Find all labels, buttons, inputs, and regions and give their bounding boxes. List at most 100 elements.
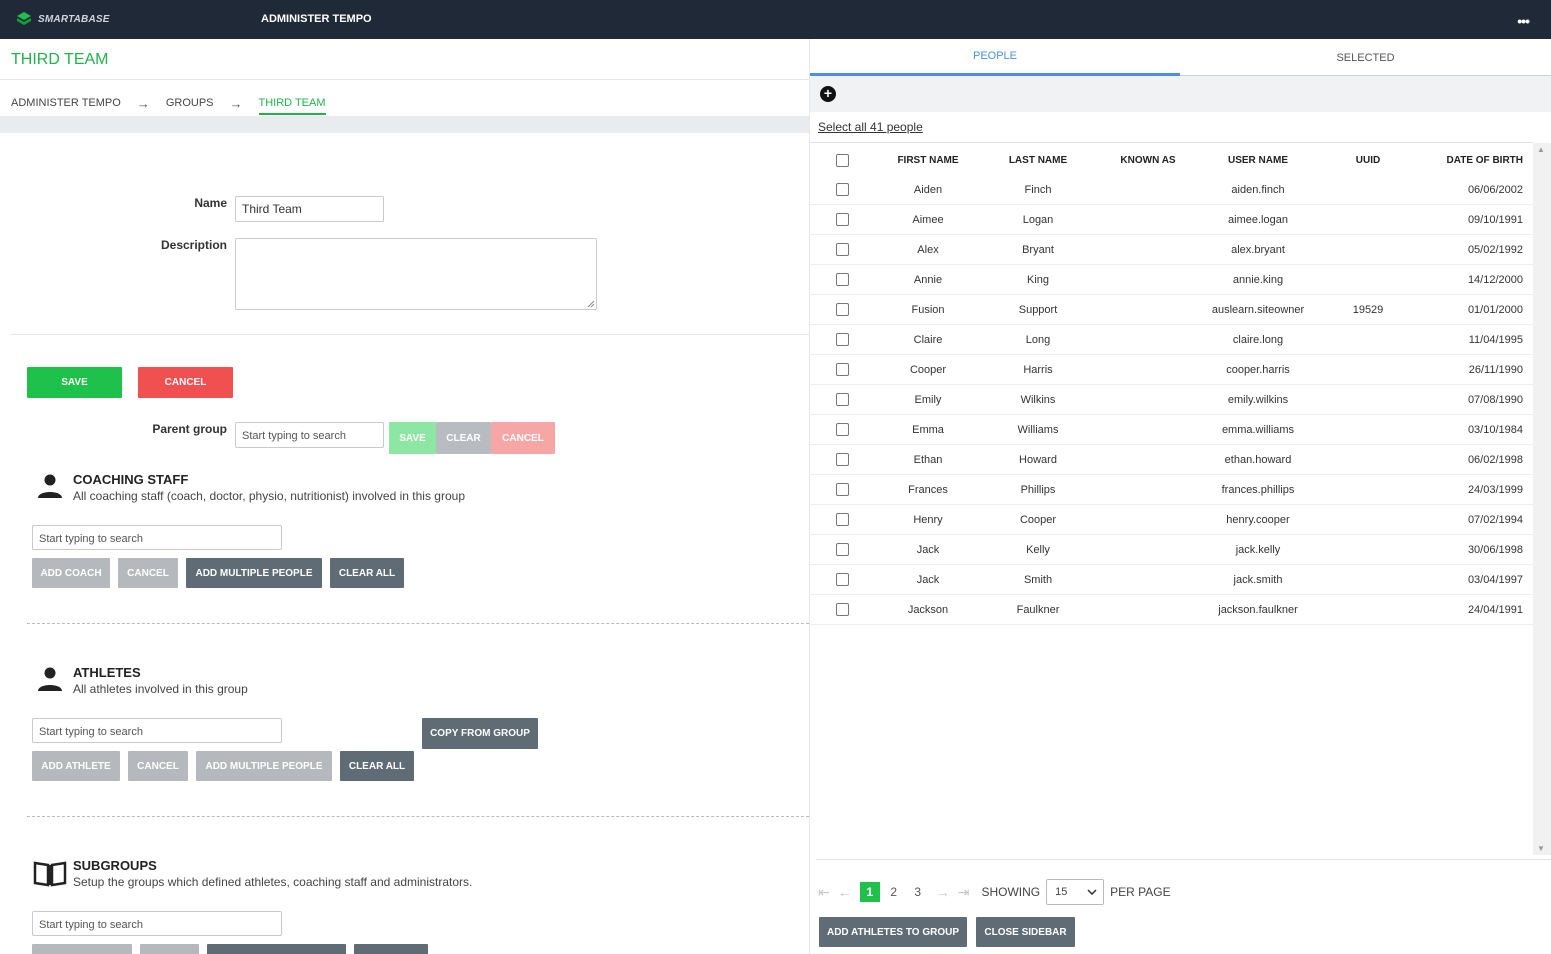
page-2-button[interactable]: 2 [884,882,904,902]
coaching-staff-title: COACHING STAFF [73,472,189,487]
select-all-link[interactable]: Select all 41 people [818,120,923,134]
parent-save-button[interactable]: SAVE [389,422,436,454]
save-button[interactable]: SAVE [27,367,122,398]
coaching-staff-search-input[interactable]: Start typing to search [32,525,282,550]
athletes-add-multiple-people-button[interactable]: ADD MULTIPLE PEOPLE [196,751,332,781]
table-row[interactable]: Aiden Finch aiden.finch 06/06/2002 [810,175,1533,205]
add-coach-button[interactable]: ADD COACH [32,558,110,588]
table-row[interactable]: Jack Kelly jack.kelly 30/06/1998 [810,535,1533,565]
table-row[interactable]: Ethan Howard ethan.howard 06/02/1998 [810,445,1533,475]
row-checkbox[interactable] [835,543,849,556]
row-checkbox[interactable] [835,363,849,376]
row-checkbox[interactable] [835,453,849,466]
first-page-icon[interactable]: ⇤ [818,884,830,901]
parent-cancel-button[interactable]: CANCEL [491,422,555,454]
name-input[interactable]: Third Team [235,196,384,222]
row-checkbox[interactable] [835,393,849,406]
breadcrumb-administer-tempo[interactable]: ADMINISTER TEMPO [11,97,121,109]
row-checkbox-cell [810,363,874,376]
row-checkbox[interactable] [835,573,849,586]
add-subgroup-button[interactable]: ADD SUBGROUP [32,944,132,954]
athletes-search-input[interactable]: Start typing to search [32,718,282,743]
add-athlete-button[interactable]: ADD ATHLETE [32,751,120,781]
per-page-select[interactable]: 15 [1046,879,1105,905]
table-scrollbar[interactable]: ▲ ▼ [1533,143,1551,855]
tab-people[interactable]: PEOPLE [810,39,1180,76]
table-row[interactable]: Jack Smith jack.smith 03/04/1997 [810,565,1533,595]
brand-logo[interactable]: SMARTABASE [16,11,110,27]
add-person-icon[interactable]: + [820,86,836,102]
page-1-button[interactable]: 1 [859,882,880,902]
cell-last-name: Cooper [1019,513,1057,526]
breadcrumb-groups[interactable]: GROUPS [166,97,214,109]
table-row[interactable]: Jackson Faulkner jackson.faulkner 24/04/199… [810,595,1533,625]
previous-page-icon[interactable]: ← [838,884,852,900]
cell-first-name: Emily [914,393,942,406]
table-row[interactable]: Annie King annie.king 14/12/2000 [810,265,1533,295]
add-athletes-to-group-button[interactable]: ADD ATHLETES TO GROUP [819,917,967,947]
cell-user-name: alex.bryant [1231,243,1285,256]
cell-user-name: jack.kelly [1235,543,1281,556]
table-row[interactable]: Emma Williams emma.williams 03/10/1984 [810,415,1533,445]
table-row[interactable]: Aimee Logan aimee.logan 09/10/1991 [810,205,1533,235]
tab-selected[interactable]: SELECTED [1180,39,1551,76]
row-checkbox[interactable] [835,243,849,256]
column-header-last-name[interactable]: LAST NAME [982,155,1094,166]
copy-from-group-button[interactable]: COPY FROM GROUP [422,718,538,749]
select-all-checkbox[interactable] [835,153,849,167]
cell-date-of-birth: 06/06/2002 [1467,183,1523,196]
row-checkbox[interactable] [835,303,849,316]
next-page-icon[interactable]: → [936,884,950,900]
column-header-user-name[interactable]: USER NAME [1202,155,1314,166]
row-checkbox[interactable] [835,333,849,346]
subgroups-cancel-button[interactable]: CANCEL [140,944,199,954]
row-checkbox-cell [810,423,874,436]
close-sidebar-button[interactable]: CLOSE SIDEBAR [976,917,1075,947]
app-title: ADMINISTER TEMPO [261,13,372,25]
athletes-clear-all-button[interactable]: CLEAR ALL [340,751,414,781]
add-multiple-groups-button[interactable]: ADD MULTIPLE GROUPS [207,944,346,954]
table-row[interactable]: Cooper Harris cooper.harris 26/11/1990 [810,355,1533,385]
parent-group-search-input[interactable]: Start typing to search [235,422,384,448]
breadcrumb-third-team[interactable]: THIRD TEAM [258,97,326,115]
coaching-clear-all-button[interactable]: CLEAR ALL [330,558,404,588]
description-textarea[interactable] [235,238,597,310]
table-row[interactable]: Fusion Support auslearn.siteowner 19529 01/0… [810,295,1533,325]
row-checkbox[interactable] [835,423,849,436]
page-3-button[interactable]: 3 [908,882,928,902]
row-checkbox[interactable] [835,603,849,616]
last-page-icon[interactable]: ⇥ [958,884,970,901]
table-row[interactable]: Claire Long claire.long 11/04/1995 [810,325,1533,355]
row-checkbox[interactable] [835,273,849,286]
coaching-add-multiple-people-button[interactable]: ADD MULTIPLE PEOPLE [186,558,322,588]
table-row[interactable]: Henry Cooper henry.cooper 07/02/1994 [810,505,1533,535]
column-header-known-as[interactable]: KNOWN AS [1094,155,1202,166]
column-header-first-name[interactable]: FIRST NAME [874,155,982,166]
subgroups-clear-all-button[interactable]: CLEAR ALL [354,944,428,954]
row-checkbox[interactable] [835,183,849,196]
row-checkbox-cell [810,213,874,226]
name-input-value: Third Team [242,202,302,216]
cell-first-name: Emma [912,423,944,436]
description-label: Description [160,238,227,252]
table-row[interactable]: Emily Wilkins emily.wilkins 07/08/1990 [810,385,1533,415]
row-checkbox[interactable] [835,483,849,496]
more-options-icon[interactable]: ••• [1517,13,1530,29]
athletes-cancel-button[interactable]: CANCEL [128,751,188,781]
scroll-down-icon[interactable]: ▼ [1537,844,1545,853]
row-checkbox[interactable] [835,213,849,226]
cancel-button[interactable]: CANCEL [138,367,233,398]
coaching-cancel-button[interactable]: CANCEL [118,558,178,588]
subgroups-search-input[interactable]: Start typing to search [32,911,282,936]
column-header-uuid[interactable]: UUID [1314,155,1422,166]
table-row[interactable]: Frances Phillips frances.phillips 24/03/199… [810,475,1533,505]
resize-handle-icon[interactable] [587,300,595,308]
row-checkbox[interactable] [835,513,849,526]
cell-date-of-birth: 03/10/1984 [1467,423,1523,436]
column-header-date-of-birth[interactable]: DATE OF BIRTH [1422,155,1533,166]
cell-first-name: Annie [913,273,943,286]
cell-first-name: Cooper [909,363,947,376]
parent-clear-button[interactable]: CLEAR [436,422,491,454]
table-row[interactable]: Alex Bryant alex.bryant 05/02/1992 [810,235,1533,265]
scroll-up-icon[interactable]: ▲ [1537,145,1545,154]
